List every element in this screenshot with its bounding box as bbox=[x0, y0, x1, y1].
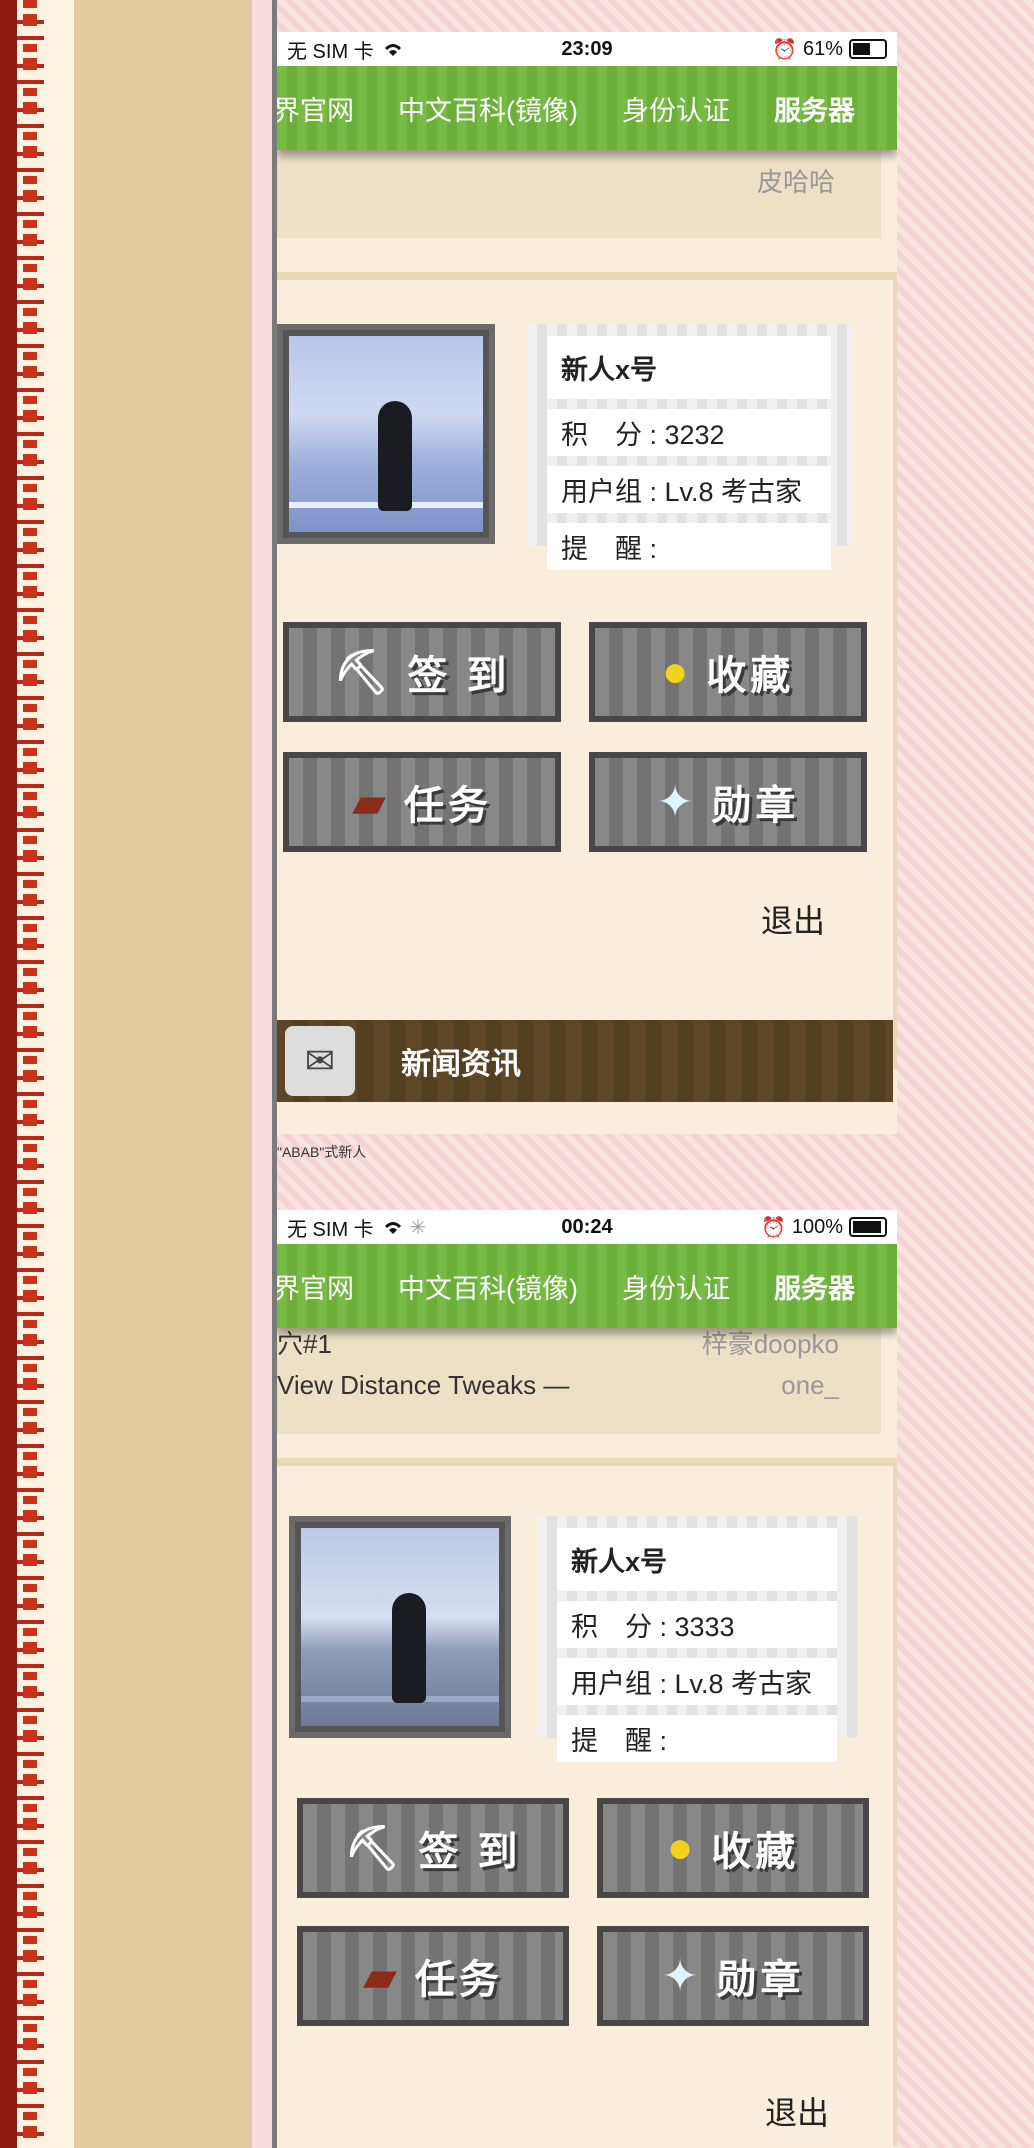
scroll-icon: ✉ bbox=[285, 1026, 355, 1096]
nav-item-server[interactable]: 服务器 bbox=[774, 1267, 879, 1306]
separator bbox=[277, 238, 897, 280]
pickaxe-icon: ⛏ bbox=[333, 648, 394, 697]
profile-info: 新人x号 积 分 : 3232 用户组 : Lv.8 考古家 提 醒 : bbox=[527, 324, 851, 570]
tasks-button[interactable]: ▰ 任务 bbox=[297, 1926, 569, 2026]
tasks-label: 任务 bbox=[403, 784, 492, 828]
reminder[interactable]: 提 醒 : bbox=[557, 1715, 837, 1762]
logout-link[interactable]: 退出 bbox=[761, 896, 825, 942]
nav-item-wiki[interactable]: 中文百科(镜像) bbox=[398, 1267, 602, 1306]
user-group: 用户组 : Lv.8 考古家 bbox=[547, 466, 831, 513]
favorite-label: 收藏 bbox=[711, 1830, 800, 1874]
image-caption: "ABAB"式新人 bbox=[277, 1144, 367, 1160]
medals-button[interactable]: ✦ 勋章 bbox=[589, 752, 867, 852]
nether-star-icon: ✦ bbox=[656, 777, 698, 827]
nether-star-icon: ✦ bbox=[661, 1951, 703, 2001]
clock: 23:09 bbox=[561, 37, 613, 60]
battery-icon bbox=[849, 1217, 887, 1237]
tasks-label: 任务 bbox=[414, 1958, 503, 2002]
status-bar: 无 SIM 卡 23:09 ⏰ 61% bbox=[277, 32, 897, 66]
favorite-button[interactable]: ● 收藏 bbox=[597, 1798, 869, 1898]
left-border-dark bbox=[0, 0, 17, 2148]
medals-label: 勋章 bbox=[716, 1958, 805, 2002]
user-group: 用户组 : Lv.8 考古家 bbox=[557, 1658, 837, 1705]
nav-item-identity[interactable]: 身份认证 bbox=[622, 89, 754, 128]
signin-button[interactable]: ⛏ 签 到 bbox=[283, 622, 561, 722]
nav-item-server[interactable]: 服务器 bbox=[774, 89, 879, 128]
divider-strip bbox=[252, 0, 274, 2148]
top-nav: 界官网 中文百科(镜像) 身份认证 服务器 bbox=[277, 66, 897, 150]
signin-label: 签 到 bbox=[407, 654, 511, 698]
user-panel: 新人x号 积 分 : 3232 用户组 : Lv.8 考古家 提 醒 : ⛏ 签 … bbox=[277, 280, 897, 1070]
favorite-label: 收藏 bbox=[706, 654, 795, 698]
reminder[interactable]: 提 醒 : bbox=[547, 523, 831, 570]
clock: 00:24 bbox=[561, 1215, 613, 1238]
top-nav: 界官网 中文百科(镜像) 身份认证 服务器 bbox=[277, 1244, 897, 1328]
side-column bbox=[74, 0, 252, 2148]
book-icon: ▰ bbox=[352, 777, 390, 827]
list-item-author[interactable]: one_ bbox=[781, 1370, 839, 1401]
news-header[interactable]: ✉ 新闻资讯 bbox=[277, 1020, 893, 1102]
nav-item-identity[interactable]: 身份认证 bbox=[622, 1267, 754, 1306]
screenshot-1: 无 SIM 卡 23:09 ⏰ 61% 界官网 中文百科(镜像) 身份认证 服务… bbox=[277, 32, 897, 1134]
book-icon: ▰ bbox=[363, 1951, 401, 2001]
profile-card: 新人x号 积 分 : 3333 用户组 : Lv.8 考古家 提 醒 : bbox=[277, 1466, 893, 1762]
avatar[interactable] bbox=[277, 324, 495, 544]
username[interactable]: 新人x号 bbox=[557, 1528, 837, 1591]
golden-apple-icon: ● bbox=[666, 1823, 698, 1872]
tasks-button[interactable]: ▰ 任务 bbox=[283, 752, 561, 852]
separator bbox=[277, 1434, 897, 1466]
signin-label: 签 到 bbox=[418, 1830, 522, 1874]
nav-item-wiki[interactable]: 中文百科(镜像) bbox=[398, 89, 602, 128]
list-item-author[interactable]: 皮哈哈 bbox=[757, 162, 835, 199]
profile-card: 新人x号 积 分 : 3232 用户组 : Lv.8 考古家 提 醒 : bbox=[277, 280, 893, 570]
points: 积 分 : 3333 bbox=[557, 1601, 837, 1648]
previous-list-panel: 穴#1 梓豪doopko View Distance Tweaks — one_ bbox=[277, 1322, 881, 1434]
user-panel: 新人x号 积 分 : 3333 用户组 : Lv.8 考古家 提 醒 : ⛏ 签 … bbox=[277, 1466, 897, 2146]
list-item-author[interactable]: 梓豪doopko bbox=[702, 1324, 839, 1361]
screenshot-2: 无 SIM 卡 ✳ 00:24 ⏰ 100% 界官网 中文百科(镜像) 身份认证… bbox=[277, 1210, 897, 2148]
list-item-title[interactable]: View Distance Tweaks — bbox=[277, 1370, 569, 1401]
avatar[interactable] bbox=[289, 1516, 511, 1738]
nav-item-official[interactable]: 界官网 bbox=[277, 1267, 378, 1306]
golden-apple-icon: ● bbox=[661, 647, 693, 696]
username[interactable]: 新人x号 bbox=[547, 336, 831, 399]
favorite-button[interactable]: ● 收藏 bbox=[589, 622, 867, 722]
previous-list-panel: 皮哈哈 bbox=[277, 142, 881, 238]
left-border-pattern bbox=[17, 0, 74, 2148]
pickaxe-icon: ⛏ bbox=[344, 1824, 405, 1873]
logout-link[interactable]: 退出 bbox=[765, 2088, 829, 2134]
profile-info: 新人x号 积 分 : 3333 用户组 : Lv.8 考古家 提 醒 : bbox=[537, 1516, 857, 1762]
news-title: 新闻资讯 bbox=[401, 1048, 521, 1081]
points: 积 分 : 3232 bbox=[547, 409, 831, 456]
battery-icon bbox=[849, 39, 887, 59]
status-bar: 无 SIM 卡 ✳ 00:24 ⏰ 100% bbox=[277, 1210, 897, 1244]
nav-item-official[interactable]: 界官网 bbox=[277, 89, 378, 128]
list-item-title[interactable]: 穴#1 bbox=[277, 1324, 332, 1361]
signin-button[interactable]: ⛏ 签 到 bbox=[297, 1798, 569, 1898]
medals-button[interactable]: ✦ 勋章 bbox=[597, 1926, 869, 2026]
medals-label: 勋章 bbox=[711, 784, 800, 828]
